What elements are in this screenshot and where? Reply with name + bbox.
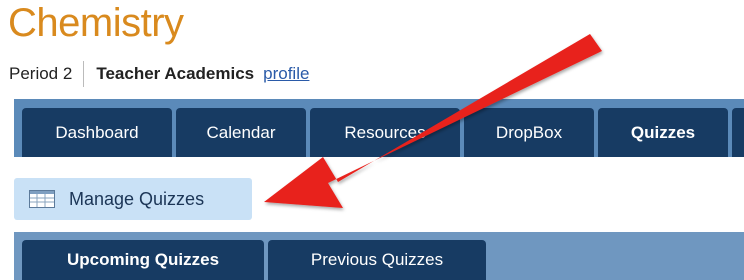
divider [83, 61, 85, 87]
tab-upcoming-quizzes[interactable]: Upcoming Quizzes [22, 240, 264, 280]
tab-resources[interactable]: Resources [310, 108, 460, 157]
tab-calendar[interactable]: Calendar [176, 108, 306, 157]
manage-quizzes-label: Manage Quizzes [69, 188, 205, 209]
course-title: Chemistry [8, 1, 184, 45]
tab-quizzes[interactable]: Quizzes [598, 108, 728, 157]
teacher-name: Teacher Academics [96, 64, 255, 83]
tab-dropbox[interactable]: DropBox [464, 108, 594, 157]
tab-dashboard[interactable]: Dashboard [22, 108, 172, 157]
profile-link[interactable]: profile [263, 64, 309, 84]
manage-quizzes-button[interactable]: Manage Quizzes [14, 178, 252, 220]
tab-overflow[interactable] [732, 108, 744, 157]
table-icon [29, 190, 55, 208]
period-label: Period 2 [9, 64, 73, 83]
tab-previous-quizzes[interactable]: Previous Quizzes [268, 240, 486, 280]
course-subline: Period 2 Teacher Academics profile [9, 61, 309, 87]
